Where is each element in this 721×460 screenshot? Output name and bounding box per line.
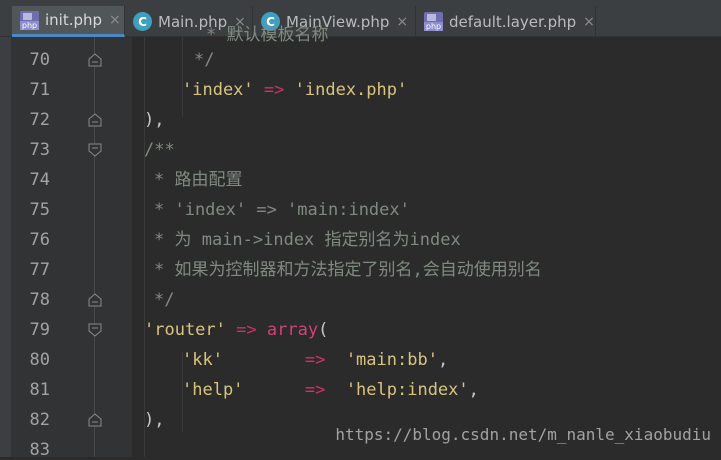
fold-start-icon[interactable]: [88, 143, 102, 157]
php-file-icon: php: [20, 10, 39, 30]
line-number: 78: [29, 290, 50, 310]
code-editor[interactable]: * 默认模板名称 */ 'index' => 'index.php' ), /*…: [132, 25, 721, 457]
code-line: 'help' => 'help:index',: [182, 380, 479, 400]
fold-end-icon[interactable]: [88, 53, 102, 67]
line-number: 79: [29, 320, 50, 340]
line-number: 81: [29, 380, 50, 400]
line-number: 83: [29, 440, 50, 460]
class-icon: C: [133, 12, 152, 31]
close-icon[interactable]: ×: [583, 14, 595, 30]
watermark: https://blog.csdn.net/m_nanle_xiaobudiu: [335, 425, 711, 444]
line-number: 80: [29, 350, 50, 370]
fold-end-icon[interactable]: [88, 293, 102, 307]
editor-gutter: 70 71 72 73 74 75 76 77 78 79 80 81 82 8…: [12, 37, 132, 460]
close-icon[interactable]: ×: [109, 12, 121, 28]
code-line: /**: [144, 140, 175, 160]
tab-label: default.layer.php: [449, 12, 577, 31]
line-number: 72: [29, 110, 50, 130]
code-line: 'kk' => 'main:bb',: [182, 350, 449, 370]
editor-tab-bar: php init.php × C Main.php × C MainView.p…: [0, 0, 721, 37]
line-number: 70: [29, 50, 50, 70]
fold-end-icon[interactable]: [88, 113, 102, 127]
line-number: 77: [29, 260, 50, 280]
code-line: ),: [144, 410, 165, 430]
line-number: 75: [29, 200, 50, 220]
tool-window-strip: [0, 0, 12, 457]
fold-start-icon[interactable]: [88, 323, 102, 337]
code-line: ),: [144, 110, 165, 130]
code-line: 'router' => array(: [144, 320, 329, 340]
fold-end-icon[interactable]: [88, 413, 102, 427]
line-number: 76: [29, 230, 50, 250]
code-line: * 如果为控制器和方法指定了别名,会自动使用别名: [154, 260, 542, 280]
line-number: 82: [29, 410, 50, 430]
code-line: * 'index' => 'main:index': [154, 200, 410, 220]
fold-guide: [94, 37, 95, 457]
close-icon[interactable]: ×: [396, 14, 408, 30]
line-number: 74: [29, 170, 50, 190]
line-number: 71: [29, 80, 50, 100]
code-line: * 默认模板名称: [206, 25, 329, 45]
code-line: * 为 main->index 指定别名为index: [154, 230, 461, 250]
php-file-icon: php: [424, 12, 443, 31]
code-line: */: [194, 50, 215, 70]
tab-default-layer-php[interactable]: php default.layer.php ×: [416, 6, 596, 37]
code-line: */: [154, 290, 175, 310]
tab-init-php[interactable]: php init.php ×: [12, 6, 125, 37]
code-line: * 路由配置: [154, 170, 243, 190]
indent-guide: [144, 37, 145, 457]
code-line: 'index' => 'index.php': [182, 80, 408, 100]
tab-label: init.php: [45, 11, 103, 29]
line-number: 73: [29, 140, 50, 160]
